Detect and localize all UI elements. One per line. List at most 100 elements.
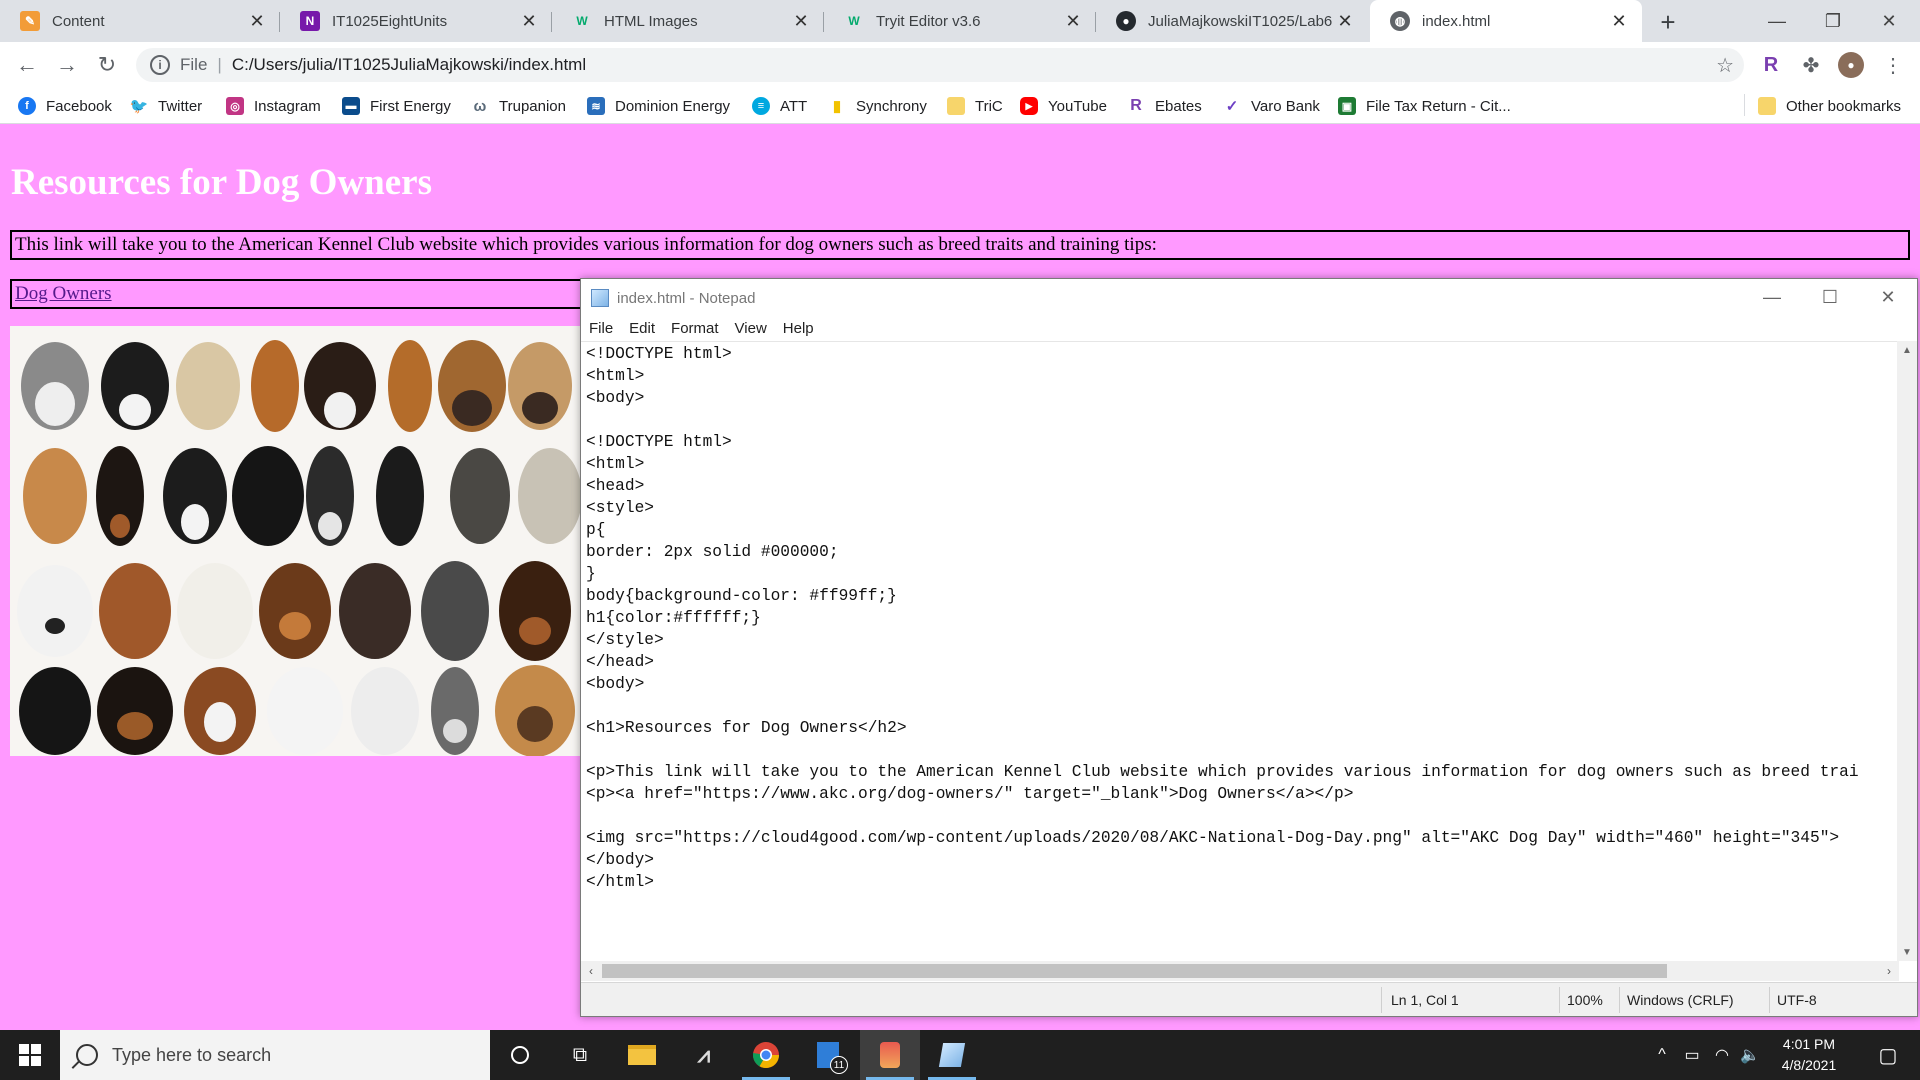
taskbar-search[interactable]: Type here to search: [60, 1030, 490, 1080]
close-icon[interactable]: ✕: [792, 11, 810, 31]
bookmark-tric[interactable]: TriC: [947, 94, 1003, 118]
bookmark-label: Varo Bank: [1251, 97, 1320, 115]
mail-button[interactable]: 11: [798, 1030, 858, 1080]
address-url[interactable]: C:/Users/julia/IT1025JuliaMajkowski/inde…: [232, 55, 586, 75]
app-button[interactable]: ⩘: [674, 1030, 734, 1080]
notepad-titlebar[interactable]: index.html - Notepad: [581, 279, 1917, 317]
close-window-icon[interactable]: ✕: [1858, 0, 1920, 42]
info-icon[interactable]: i: [150, 55, 170, 75]
tab-github[interactable]: ● JuliaMajkowskiIT1025/Lab6 a ✕: [1096, 0, 1368, 42]
tab-content[interactable]: ✎ Content ✕: [0, 0, 280, 42]
dog-owners-link[interactable]: Dog Owners: [15, 283, 112, 304]
menu-edit[interactable]: Edit: [621, 317, 663, 341]
scroll-up-icon[interactable]: ▲: [1897, 341, 1917, 359]
restore-icon[interactable]: ❐: [1802, 0, 1864, 42]
back-icon[interactable]: ←: [12, 50, 42, 80]
cortana-button[interactable]: [490, 1030, 550, 1080]
bookmark-synchrony[interactable]: ▮ Synchrony: [828, 94, 927, 118]
browser-toolbar: ← → ↻ i File | C:/Users/julia/IT1025Juli…: [0, 42, 1920, 88]
bookmark-label: YouTube: [1048, 97, 1107, 115]
close-icon[interactable]: ✕: [520, 11, 538, 31]
menu-format[interactable]: Format: [663, 317, 727, 341]
show-hidden-icons[interactable]: ^: [1650, 1030, 1674, 1080]
bookmark-first-energy[interactable]: ▬ First Energy: [342, 94, 451, 118]
wifi-icon[interactable]: ◠: [1710, 1030, 1734, 1080]
bookmark-label: File Tax Return - Cit...: [1366, 97, 1511, 115]
notepad-icon: [938, 1043, 966, 1067]
bookmark-youtube[interactable]: ▶ YouTube: [1020, 94, 1107, 118]
close-icon[interactable]: ✕: [1064, 11, 1082, 31]
close-icon[interactable]: ✕: [1610, 11, 1628, 31]
forward-icon[interactable]: →: [52, 50, 82, 80]
trupanion-icon: ω: [473, 97, 487, 115]
address-bar[interactable]: i File | C:/Users/julia/IT1025JuliaMajko…: [136, 48, 1744, 82]
horizontal-scrollbar[interactable]: ‹ ›: [581, 961, 1899, 981]
tab-tryit-editor[interactable]: W Tryit Editor v3.6 ✕: [824, 0, 1096, 42]
bookmark-facebook[interactable]: f Facebook: [18, 94, 112, 118]
status-divider: [1769, 987, 1770, 1013]
notepad-editor[interactable]: <!DOCTYPE html> <html> <body> <!DOCTYPE …: [581, 341, 1899, 961]
bookmark-twitter[interactable]: 🐦 Twitter: [129, 94, 203, 118]
bookmarks-divider: [1744, 94, 1745, 116]
onenote-icon: N: [300, 11, 320, 31]
bookmark-att[interactable]: ≡ ATT: [752, 94, 807, 118]
horizontal-scroll-thumb[interactable]: [602, 964, 1667, 978]
close-icon[interactable]: ✕: [248, 11, 266, 31]
scroll-left-icon[interactable]: ‹: [581, 961, 601, 981]
address-scheme: File: [180, 55, 208, 74]
rakuten-extension-icon[interactable]: R: [1758, 52, 1784, 78]
file-explorer-button[interactable]: [612, 1030, 672, 1080]
scroll-right-icon[interactable]: ›: [1879, 961, 1899, 981]
close-icon[interactable]: ✕: [1336, 11, 1354, 31]
task-view-button[interactable]: ⧉: [550, 1030, 610, 1080]
reload-icon[interactable]: ↻: [92, 50, 122, 80]
bookmark-dominion-energy[interactable]: ≋ Dominion Energy: [587, 94, 730, 118]
profile-avatar[interactable]: ●: [1838, 52, 1864, 78]
minimize-icon[interactable]: —: [1746, 0, 1808, 42]
notepad-window[interactable]: index.html - Notepad — ☐ ✕ File Edit For…: [580, 278, 1918, 1017]
bookmark-other-bookmarks[interactable]: Other bookmarks: [1758, 94, 1901, 118]
notepad-code[interactable]: <!DOCTYPE html> <html> <body> <!DOCTYPE …: [581, 342, 1899, 894]
chrome-button[interactable]: [736, 1030, 796, 1080]
minimize-icon[interactable]: —: [1743, 279, 1801, 315]
tab-index-html[interactable]: ◍ index.html ✕: [1370, 0, 1642, 42]
bookmark-trupanion[interactable]: ω Trupanion: [471, 94, 566, 118]
globe-icon: ◍: [1390, 11, 1410, 31]
paint-button[interactable]: [860, 1030, 920, 1080]
menu-view[interactable]: View: [727, 317, 775, 341]
taskbar-clock[interactable]: 4:01 PM 4/8/2021: [1764, 1034, 1854, 1076]
start-button[interactable]: [0, 1030, 60, 1080]
notepad-icon: [591, 289, 609, 307]
vertical-scrollbar[interactable]: ▲ ▼: [1897, 341, 1917, 961]
tax-icon: ▣: [1338, 97, 1356, 115]
notepad-menubar: File Edit Format View Help: [581, 317, 822, 341]
extensions-icon[interactable]: ✤: [1798, 52, 1824, 78]
notifications-icon[interactable]: ▢: [1868, 1030, 1908, 1080]
bookmark-label: Facebook: [46, 97, 112, 115]
w3schools-icon: W: [848, 14, 860, 28]
battery-icon[interactable]: ▭: [1680, 1030, 1704, 1080]
volume-icon[interactable]: 🔈: [1738, 1030, 1762, 1080]
cortana-icon: [511, 1046, 529, 1064]
menu-file[interactable]: File: [581, 317, 621, 341]
folder-icon: [628, 1045, 656, 1065]
search-placeholder: Type here to search: [112, 1044, 272, 1065]
bookmark-star-icon[interactable]: ☆: [1716, 53, 1734, 78]
line-endings: Windows (CRLF): [1627, 992, 1734, 1008]
new-tab-button[interactable]: +: [1654, 7, 1682, 37]
menu-help[interactable]: Help: [775, 317, 822, 341]
menu-icon[interactable]: ⋮: [1880, 52, 1906, 78]
bookmark-ebates[interactable]: R Ebates: [1127, 94, 1201, 118]
bookmark-file-tax-return[interactable]: ▣ File Tax Return - Cit...: [1338, 94, 1511, 118]
scroll-down-icon[interactable]: ▼: [1897, 943, 1917, 961]
tab-html-images[interactable]: W HTML Images ✕: [552, 0, 824, 42]
clock-time: 4:01 PM: [1782, 1036, 1836, 1052]
twitter-icon: 🐦: [129, 98, 149, 115]
bookmark-varo-bank[interactable]: ✓ Varo Bank: [1223, 94, 1320, 118]
close-icon[interactable]: ✕: [1859, 279, 1917, 315]
notepad-statusbar: Ln 1, Col 1 100% Windows (CRLF) UTF-8: [581, 982, 1917, 1016]
bookmark-instagram[interactable]: ◎ Instagram: [226, 94, 321, 118]
maximize-icon[interactable]: ☐: [1801, 279, 1859, 315]
notepad-button[interactable]: [922, 1030, 982, 1080]
tab-it1025eightunits[interactable]: N IT1025EightUnits ✕: [280, 0, 552, 42]
